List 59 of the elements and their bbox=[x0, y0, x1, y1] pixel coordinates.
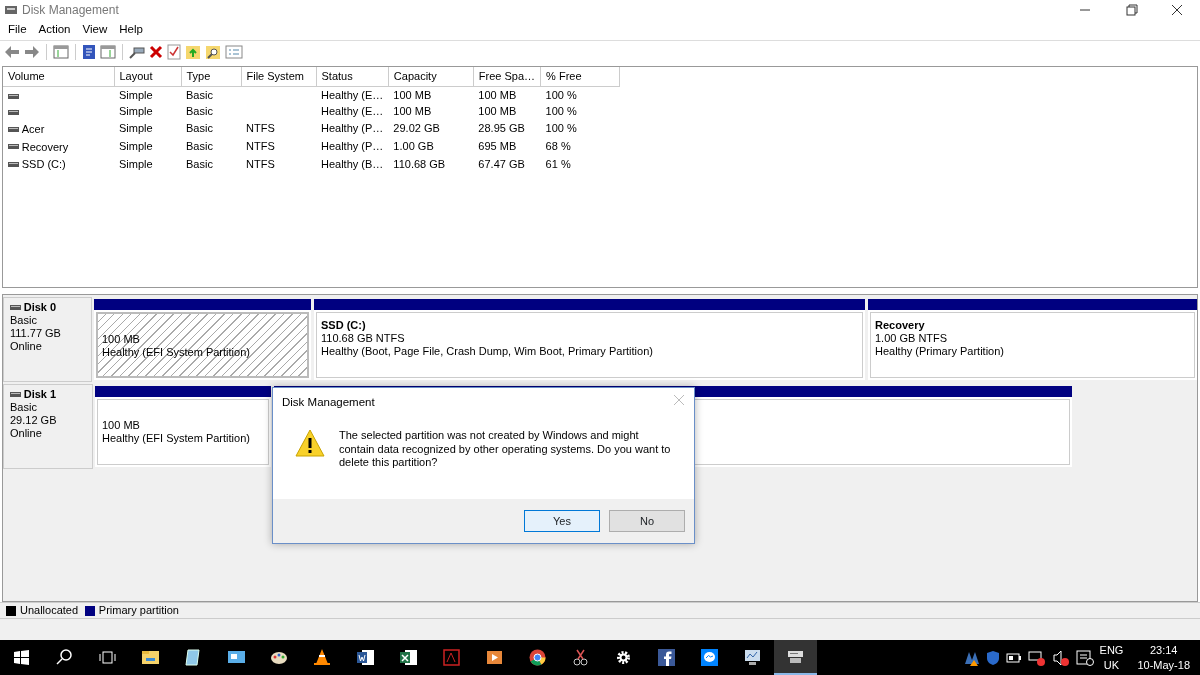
table-cell: 695 MB bbox=[478, 139, 517, 152]
table-cell: 68 % bbox=[545, 139, 571, 152]
table-cell: 100 MB bbox=[393, 88, 432, 101]
table-cell: 100 % bbox=[545, 105, 577, 117]
table-cell-text: SSD (C:) bbox=[21, 157, 66, 173]
table-cell: 67.47 GB bbox=[478, 157, 525, 170]
table-cell: Simple bbox=[119, 157, 153, 170]
table-cell: Healthy (B… bbox=[321, 157, 384, 170]
table-cell: Healthy (P… bbox=[321, 122, 384, 135]
table-cell: 61 % bbox=[545, 157, 571, 170]
partition-size: 100 MB bbox=[102, 419, 141, 432]
table-cell: Basic bbox=[186, 88, 213, 101]
table-cell: Simple bbox=[119, 139, 153, 152]
dialog-message: The selected partition was not created by Windows and might contain data recognized by other operating systems. Do you want to delete this partition? bbox=[339, 429, 672, 471]
table-cell: 100 MB bbox=[393, 105, 432, 117]
partition-status: Healthy (EFI System Partition) bbox=[102, 432, 251, 445]
disk-type: Basic bbox=[10, 401, 38, 414]
table-cell: 29.02 GB bbox=[393, 122, 440, 135]
disk-size: 29.12 GB bbox=[10, 414, 58, 427]
table-cell: NTFS bbox=[246, 122, 275, 135]
partition-status: Healthy (EFI System Partition) bbox=[102, 346, 251, 359]
table-cell: Healthy (P… bbox=[321, 139, 384, 152]
table-cell: 100 % bbox=[545, 88, 577, 101]
disk-status: Online bbox=[10, 427, 43, 440]
partition-status: Healthy (Primary Partition) bbox=[875, 345, 1005, 358]
table-cell: Basic bbox=[186, 105, 213, 117]
partition-name: SSD (C:) bbox=[321, 319, 367, 332]
table-cell: NTFS bbox=[246, 139, 275, 152]
table-cell: 1.00 GB bbox=[393, 139, 434, 152]
partition-status: Healthy (Boot, Page File, Crash Dump, Wim Boot, Primary Partition) bbox=[321, 345, 654, 358]
table-cell: Basic bbox=[186, 157, 213, 170]
partition-name: Recovery bbox=[875, 319, 926, 332]
table-cell: Basic bbox=[186, 122, 213, 135]
table-cell: Healthy (E… bbox=[321, 105, 384, 117]
table-cell: NTFS bbox=[246, 157, 275, 170]
table-cell-text: Acer bbox=[21, 121, 45, 137]
table-cell-text: Recovery bbox=[21, 139, 69, 155]
disk-name: Disk 0 bbox=[23, 301, 57, 314]
table-cell: 100 MB bbox=[478, 105, 517, 117]
dialog-title: Disk Management bbox=[282, 395, 375, 410]
table-cell: Simple bbox=[119, 122, 153, 135]
partition-size: 1.00 GB NTFS bbox=[875, 332, 949, 345]
table-cell: 28.95 GB bbox=[478, 122, 525, 135]
table-cell: Simple bbox=[119, 105, 153, 117]
table-cell: 110.68 GB bbox=[393, 157, 446, 170]
partition-size: 100 MB bbox=[102, 333, 141, 346]
window-title: Disk Management bbox=[22, 2, 119, 19]
legend-label: Primary partition bbox=[98, 603, 179, 619]
disk-status: Online bbox=[10, 340, 43, 353]
table-cell: 100 MB bbox=[478, 88, 517, 101]
table-cell: Basic bbox=[186, 139, 213, 152]
disk-type: Basic bbox=[10, 314, 38, 327]
disk-name: Disk 1 bbox=[23, 388, 57, 401]
partition-size: 110.68 GB NTFS bbox=[321, 332, 406, 345]
table-cell: Simple bbox=[119, 88, 153, 101]
legend-label: Unallocated bbox=[20, 603, 79, 619]
disk-size: 111.77 GB bbox=[10, 327, 62, 340]
table-cell: Healthy (E… bbox=[321, 88, 384, 101]
table-cell: 100 % bbox=[545, 122, 577, 135]
